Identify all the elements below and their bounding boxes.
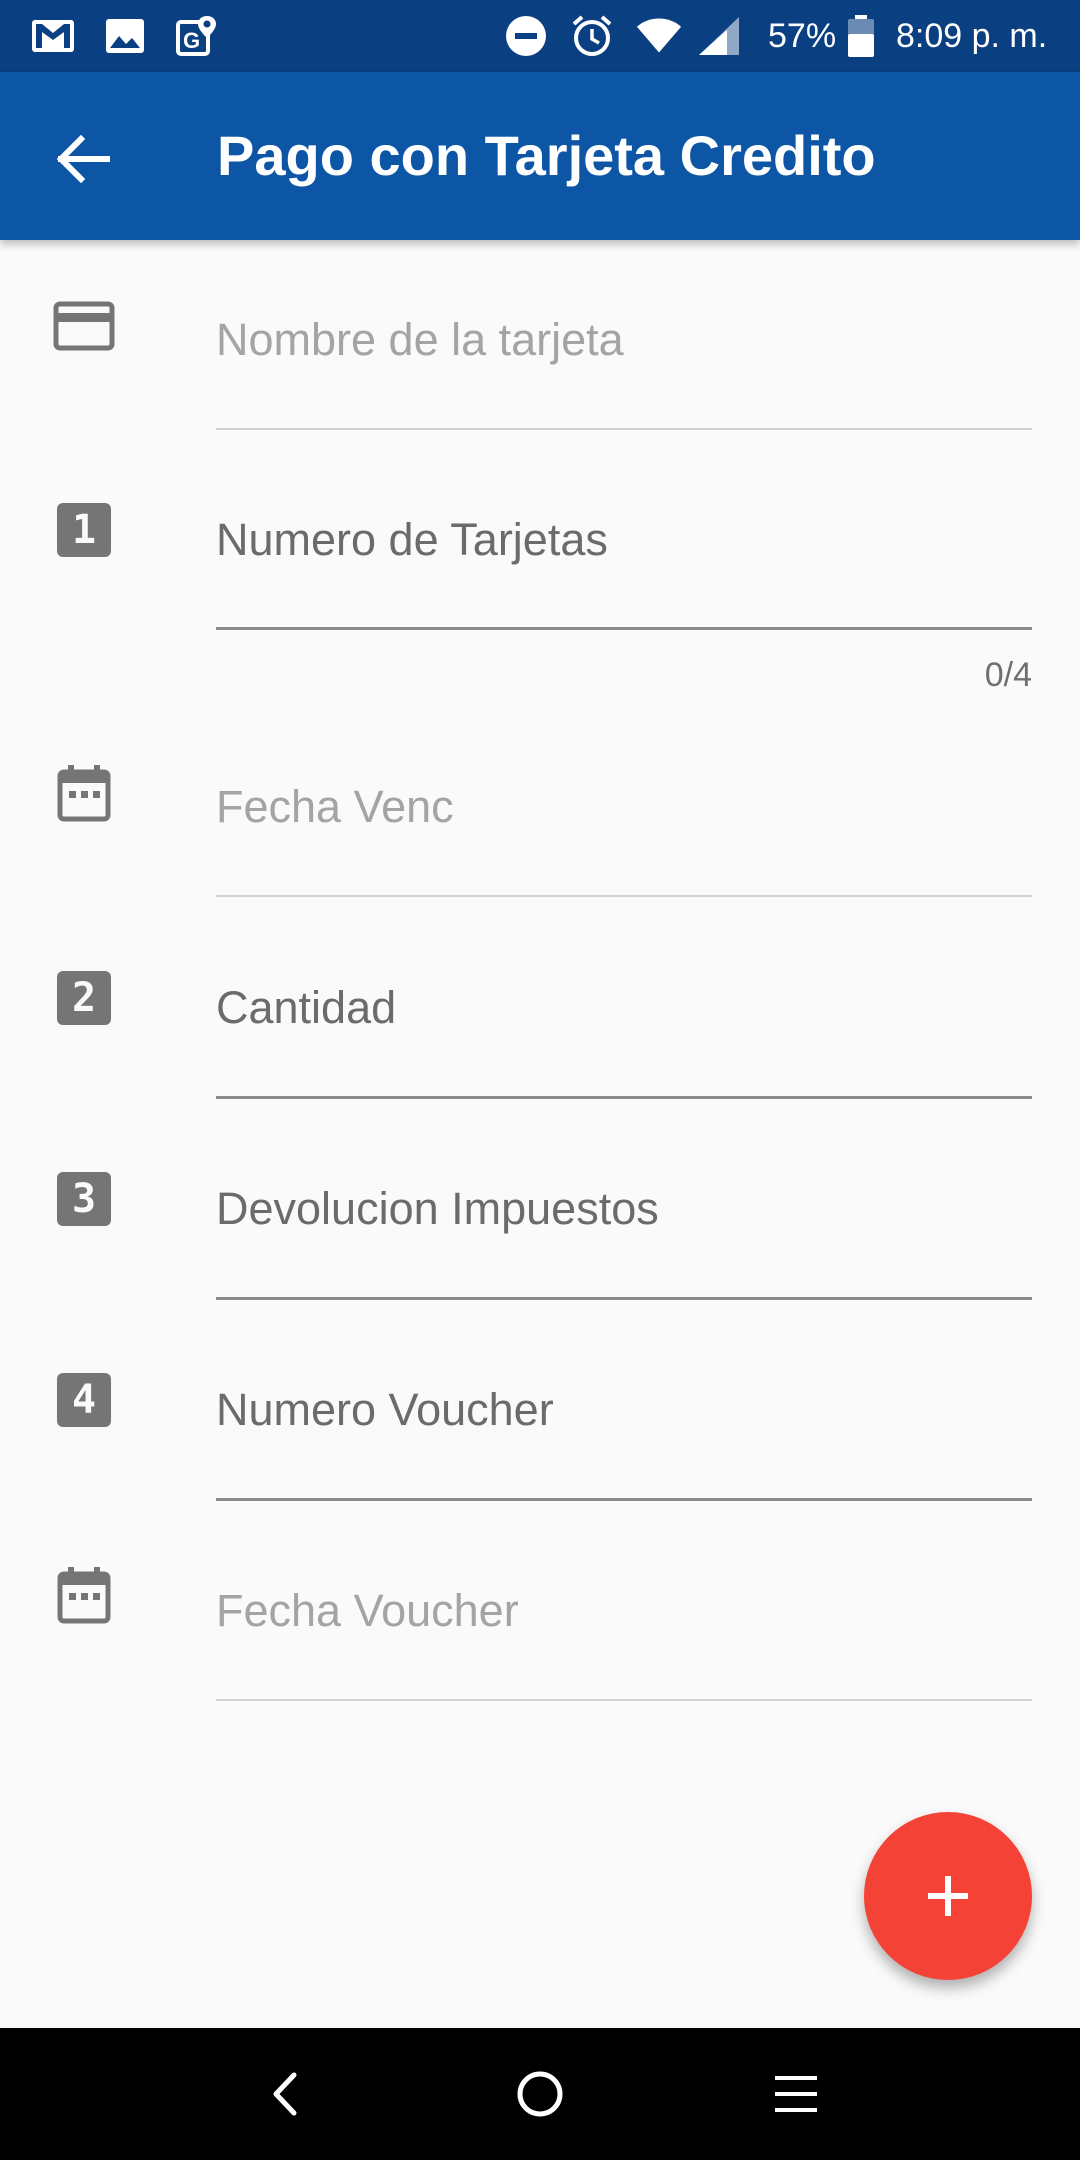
tax-refund-underline	[216, 1297, 1032, 1300]
battery-icon	[838, 14, 884, 58]
back-button[interactable]	[38, 114, 128, 204]
card-name-underline	[216, 428, 1032, 430]
expiry-date-underline	[216, 895, 1032, 897]
number-1-badge: 1	[57, 503, 111, 557]
tax-refund-row: 3	[0, 1139, 1080, 1339]
arrow-back-icon	[56, 135, 110, 183]
plus-icon	[928, 1876, 968, 1916]
battery-percent: 57%	[768, 17, 837, 55]
amount-row: 2	[0, 938, 1080, 1138]
wifi-icon	[636, 14, 682, 58]
clock: 8:09 p. m.	[896, 17, 1048, 55]
status-bar: G 57% 8:09 p. m.	[0, 0, 1080, 72]
app-bar: Pago con Tarjeta Credito	[0, 72, 1080, 240]
card-name-row	[0, 270, 1080, 470]
number-2-badge: 2	[57, 971, 111, 1025]
amount-underline	[216, 1096, 1032, 1099]
nav-home-icon	[517, 2071, 563, 2117]
maps-icon: G	[174, 14, 220, 58]
card-count-row: 1 0/4	[0, 470, 1080, 700]
character-counter: 0/4	[984, 656, 1032, 694]
signal-icon	[696, 14, 742, 58]
calendar-icon	[52, 761, 116, 825]
alarm-icon	[569, 14, 615, 58]
system-nav-bar	[0, 2028, 1080, 2160]
card-count-underline	[216, 627, 1032, 630]
calendar-icon	[52, 1563, 116, 1627]
page-title: Pago con Tarjeta Credito	[217, 124, 876, 187]
expiry-date-row	[0, 737, 1080, 937]
do-not-disturb-icon	[503, 14, 549, 58]
tax-refund-input[interactable]	[216, 1179, 1032, 1239]
number-3-icon: 3	[52, 1167, 116, 1231]
number-2-icon: 2	[52, 966, 116, 1030]
svg-text:G: G	[183, 28, 200, 53]
voucher-number-input[interactable]	[216, 1380, 1032, 1440]
nav-menu-button[interactable]	[754, 2052, 838, 2136]
number-4-icon: 4	[52, 1368, 116, 1432]
voucher-date-input[interactable]	[216, 1581, 1032, 1641]
add-button[interactable]	[864, 1812, 1032, 1980]
nav-back-button[interactable]	[242, 2052, 326, 2136]
nav-back-icon	[273, 2072, 297, 2116]
nav-home-button[interactable]	[498, 2052, 582, 2136]
card-count-input[interactable]	[216, 510, 1032, 570]
credit-card-icon	[52, 294, 116, 358]
number-3-badge: 3	[57, 1172, 111, 1226]
amount-input[interactable]	[216, 978, 1032, 1038]
voucher-date-underline	[216, 1699, 1032, 1701]
voucher-date-row	[0, 1541, 1080, 1741]
expiry-date-input[interactable]	[216, 777, 1032, 837]
number-4-badge: 4	[57, 1373, 111, 1427]
number-1-icon: 1	[52, 498, 116, 562]
card-name-input[interactable]	[216, 310, 1032, 370]
gallery-icon	[102, 14, 148, 58]
nav-menu-icon	[775, 2076, 817, 2112]
voucher-number-underline	[216, 1498, 1032, 1501]
voucher-number-row: 4	[0, 1340, 1080, 1540]
gmail-icon	[30, 14, 76, 58]
